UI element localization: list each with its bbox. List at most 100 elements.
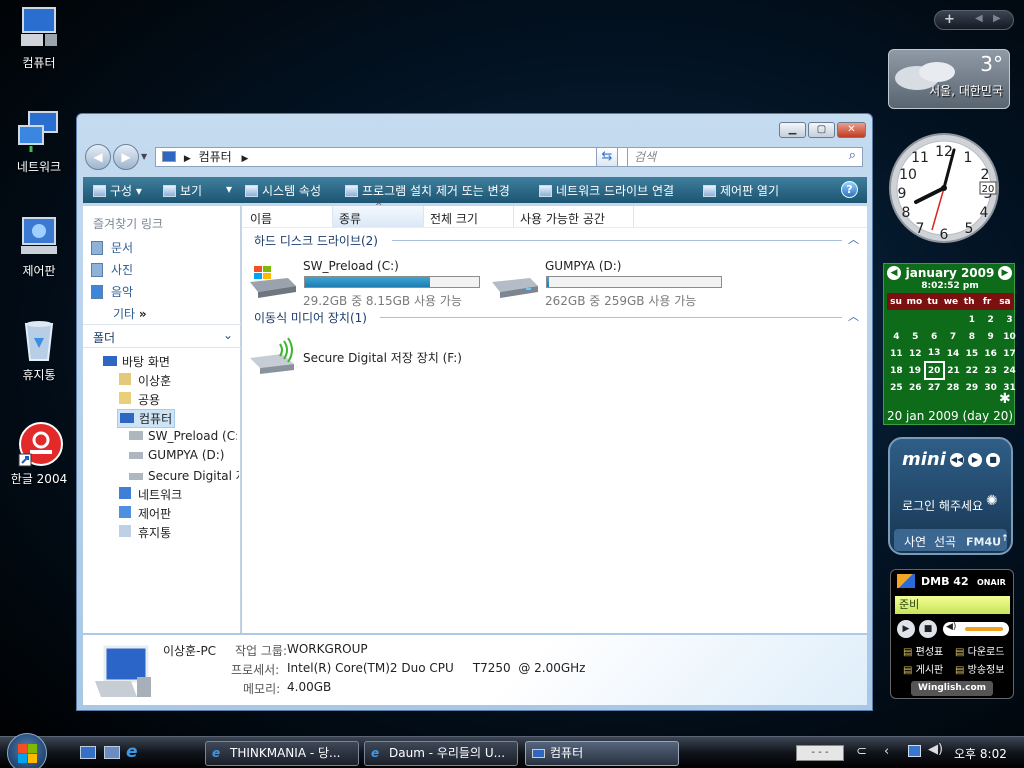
organize-button[interactable]: 구성 ▾ — [93, 182, 142, 199]
play-button[interactable]: ▶ — [968, 453, 982, 467]
mini-radio-gadget[interactable]: mini ◀◀ ▶ ■ 로그인 해주세요 ✺ 사연 선곡 FM4U↑ — [888, 437, 1013, 555]
network-status-icon[interactable] — [908, 745, 921, 757]
breadcrumb-computer[interactable]: 컴퓨터 — [199, 150, 232, 164]
calendar-day[interactable]: 19 — [906, 362, 925, 379]
desktop-icon-computer[interactable]: 컴퓨터 — [4, 6, 74, 71]
nav-link-documents[interactable]: 문서 — [91, 239, 133, 256]
refresh-button[interactable]: ⇆ — [596, 147, 618, 167]
login-prompt[interactable]: 로그인 해주세요 — [902, 497, 983, 514]
tab-story[interactable]: 사연 — [904, 533, 926, 550]
calendar-day[interactable]: 18 — [887, 362, 906, 379]
clock-gadget[interactable]: 121234567891011 20 — [888, 126, 1000, 250]
calendar-day[interactable]: 28 — [944, 379, 963, 396]
views-dropdown[interactable]: ▾ — [226, 182, 232, 196]
search-icon[interactable]: ⌕ — [849, 147, 856, 165]
calendar-day[interactable]: 26 — [906, 379, 925, 396]
folders-header[interactable]: 폴더 ⌄ — [83, 324, 241, 348]
calendar-day[interactable]: 17 — [1000, 345, 1019, 362]
calendar-day[interactable]: 29 — [962, 379, 981, 396]
calendar-day[interactable]: 11 — [887, 345, 906, 362]
start-button[interactable] — [7, 733, 47, 768]
calendar-day[interactable]: 3 — [1000, 311, 1019, 328]
help-button[interactable]: ? — [841, 181, 858, 198]
taskbar-button-computer[interactable]: 컴퓨터 — [525, 741, 679, 766]
map-network-drive-button[interactable]: 네트워크 드라이브 연결 — [539, 182, 674, 199]
back-button[interactable]: ◀ — [85, 144, 111, 170]
stop-button[interactable]: ■ — [919, 620, 937, 638]
system-properties-button[interactable]: 시스템 속성 — [245, 182, 321, 199]
nav-link-more[interactable]: 기타 » — [113, 305, 147, 322]
tree-item-drive-d[interactable]: GUMPYA (D:) — [129, 448, 237, 462]
tab-song-select[interactable]: 선곡 — [934, 533, 956, 550]
recent-pages-dropdown[interactable]: ▼ — [141, 152, 147, 161]
column-total-size[interactable]: 전체 크기 — [430, 210, 478, 227]
dmb-menu-info[interactable]: ▤ 방송정보 — [955, 661, 1004, 676]
calendar-day[interactable]: 23 — [981, 362, 1000, 379]
taskbar-button-thinkmania[interactable]: e THINKMANIA - 당... — [205, 741, 359, 766]
search-input[interactable]: 검색 ⌕ — [627, 147, 863, 167]
column-free-space[interactable]: 사용 가능한 공간 — [520, 210, 605, 227]
group-hard-disks[interactable]: 하드 디스크 드라이브(2) — [254, 232, 378, 249]
tree-item-recycle-bin[interactable]: 휴지통 — [119, 524, 171, 541]
language-indicator[interactable]: - - - — [796, 745, 844, 761]
taskbar-clock[interactable]: 오후 8:02 — [954, 745, 1007, 762]
switch-windows-icon[interactable] — [104, 746, 120, 759]
nav-link-pictures[interactable]: 사진 — [91, 261, 133, 278]
group-removable-media[interactable]: 이동식 미디어 장치(1) — [254, 309, 367, 326]
stop-button[interactable]: ■ — [986, 453, 1000, 467]
forward-button[interactable]: ▶ — [113, 144, 139, 170]
prev-icon[interactable]: ◀ — [975, 13, 983, 24]
calendar-day[interactable]: 22 — [962, 362, 981, 379]
show-desktop-icon[interactable] — [80, 746, 96, 759]
close-button[interactable]: ✕ — [837, 122, 866, 138]
add-gadget-icon[interactable]: + — [944, 12, 955, 27]
tree-item-drive-c[interactable]: SW_Preload (C:) — [129, 429, 237, 443]
volume-slider[interactable]: ◀) — [943, 622, 1009, 636]
tree-item-network[interactable]: 네트워크 — [119, 486, 182, 503]
file-list[interactable]: 이름 종류 ^ 전체 크기 사용 가능한 공간 하드 디스크 드라이브(2) ︿ … — [242, 202, 867, 633]
calendar-day[interactable]: 12 — [906, 345, 925, 362]
tab-fm4u[interactable]: FM4U↑ — [966, 533, 1009, 549]
collapse-icon[interactable]: ︿ — [848, 308, 859, 324]
volume-icon[interactable]: ◀) — [928, 742, 943, 757]
tree-item-user[interactable]: 이상훈 — [119, 372, 171, 389]
breadcrumb-chevron-icon[interactable]: ▶ — [242, 154, 249, 164]
desktop-icon-hangul[interactable]: 한글 2004 — [4, 422, 74, 487]
calendar-day[interactable] — [944, 311, 963, 328]
desktop-icon-recycle-bin[interactable]: 휴지통 — [4, 318, 74, 383]
dmb-menu-board[interactable]: ▤ 게시판 — [903, 661, 943, 676]
calendar-day[interactable]: 21 — [944, 362, 963, 379]
next-icon[interactable]: ▶ — [993, 13, 1001, 24]
column-type[interactable]: 종류 ^ — [333, 202, 423, 227]
show-hidden-icons-icon[interactable]: ‹ — [884, 744, 889, 759]
taskbar-button-daum[interactable]: e Daum - 우리들의 U... — [364, 741, 518, 766]
calendar-day[interactable]: 16 — [981, 345, 1000, 362]
column-name[interactable]: 이름 — [250, 210, 272, 227]
winglish-link[interactable]: Winglish.com — [911, 681, 993, 696]
next-month-icon[interactable]: ▶ — [998, 266, 1012, 280]
nav-link-music[interactable]: 음악 — [91, 283, 133, 300]
calendar-day[interactable]: 8 — [962, 328, 981, 345]
desktop-icon-control-panel[interactable]: 제어판 — [4, 214, 74, 279]
desktop-icon-network[interactable]: 네트워크 — [4, 110, 74, 175]
calendar-day[interactable]: 15 — [962, 345, 981, 362]
calendar-day[interactable]: 14 — [944, 345, 963, 362]
internet-explorer-icon[interactable]: e — [126, 742, 138, 762]
calendar-day[interactable]: 27 — [925, 379, 944, 396]
tree-item-public[interactable]: 공용 — [119, 391, 160, 408]
address-bar[interactable]: ▶ 컴퓨터 ▶ ▼ — [155, 147, 667, 167]
uninstall-program-button[interactable]: 프로그램 설치 제거 또는 변경 — [345, 182, 510, 199]
input-method-icon[interactable]: ⊂ — [856, 744, 867, 759]
views-button[interactable]: 보기 — [163, 182, 202, 199]
open-control-panel-button[interactable]: 제어판 열기 — [703, 182, 779, 199]
collapse-icon[interactable]: ︿ — [848, 231, 859, 247]
play-button[interactable]: ▶ — [897, 620, 915, 638]
weather-gadget[interactable]: 3° 서울, 대한민국 — [888, 49, 1010, 109]
dmb-gadget[interactable]: DMB 42 ONAIR 준비 ▶ ■ ◀) ▤ 편성표 ▤ 다운로드 ▤ 게시… — [890, 569, 1014, 699]
calendar-day[interactable]: 1 — [962, 311, 981, 328]
tree-item-computer[interactable]: 컴퓨터 — [117, 409, 176, 428]
calendar-day[interactable]: 9 — [981, 328, 1000, 345]
rewind-button[interactable]: ◀◀ — [950, 453, 964, 467]
dmb-menu-schedule[interactable]: ▤ 편성표 — [903, 643, 943, 658]
calendar-day[interactable]: 5 — [906, 328, 925, 345]
